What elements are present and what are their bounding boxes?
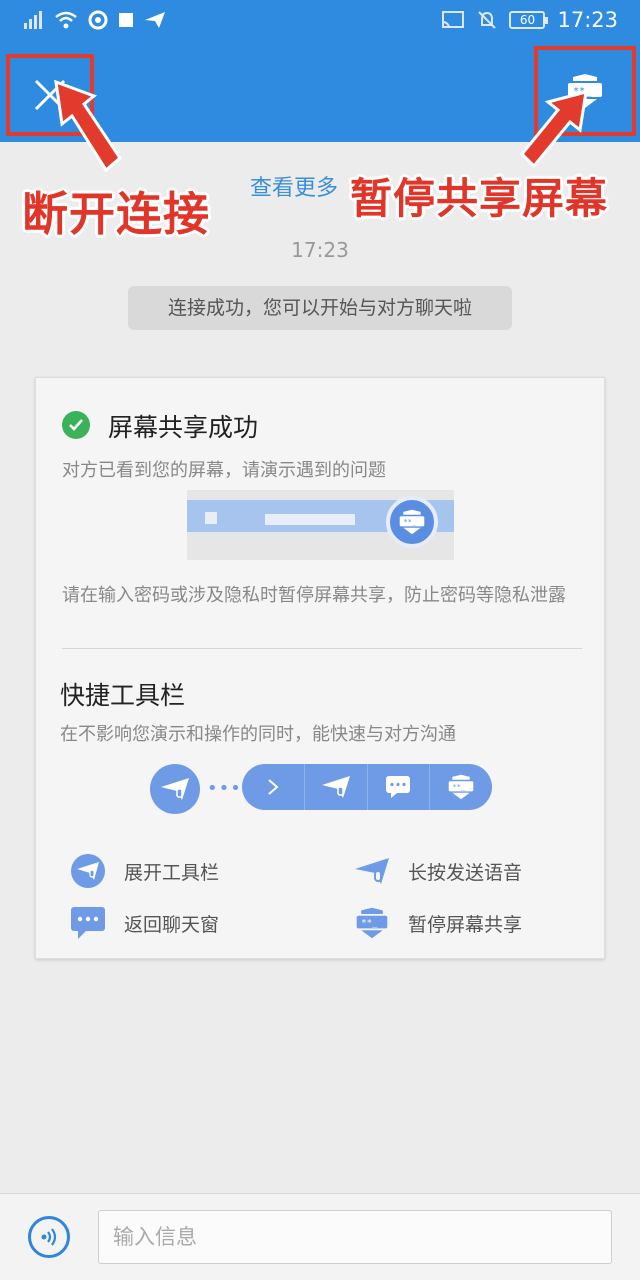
toolbar-dots: ••• <box>207 778 242 799</box>
annotation-disconnect: 断开连接 <box>22 187 210 241</box>
legend-label: 展开工具栏 <box>124 861 220 884</box>
mute-bell-icon <box>478 11 497 29</box>
signal-icon <box>24 11 42 29</box>
system-message: 连接成功，您可以开始与对方聊天啦 <box>128 286 512 330</box>
toolbar-title: 快捷工具栏 <box>60 681 186 710</box>
message-input[interactable] <box>98 1210 612 1264</box>
screen-share-card: 屏幕共享成功 对方已看到您的屏幕，请演示遇到的问题 **_ 请在输入密码或涉及隐… <box>35 377 605 959</box>
annotation-arrow-left <box>54 80 122 173</box>
voice-plane-icon <box>354 853 390 889</box>
legend-label: 暂停屏幕共享 <box>408 913 523 936</box>
legend-expand-toolbar: 展开工具栏 <box>70 853 219 889</box>
status-time: 17:23 <box>557 8 618 32</box>
voice-icon <box>41 1228 57 1246</box>
privacy-shield-icon: **_ <box>354 905 390 941</box>
expand-toolbar-icon <box>70 853 106 889</box>
svg-text:**_: **_ <box>452 782 466 791</box>
wifi-icon <box>55 11 77 29</box>
privacy-note: 请在输入密码或涉及隐私时暂停屏幕共享，防止密码等隐私泄露 <box>62 585 566 606</box>
check-icon <box>62 411 90 439</box>
status-bar: 60 17:23 <box>0 0 640 42</box>
battery-indicator: 60 <box>509 11 549 29</box>
legend-voice: 长按发送语音 <box>354 853 522 889</box>
chevron-right-icon <box>242 764 304 810</box>
illustration-shield-icon: **_ <box>386 496 438 548</box>
send-icon <box>145 12 165 28</box>
legend-label: 长按发送语音 <box>408 861 523 884</box>
voice-plane-icon <box>303 764 367 810</box>
status-icons-left <box>24 10 166 30</box>
legend-pause-share: **_ 暂停屏幕共享 <box>354 905 522 941</box>
chat-bubble-icon <box>70 905 106 941</box>
annotation-arrow-right <box>520 90 588 169</box>
svg-text:**_: **_ <box>403 517 417 526</box>
card-subtitle: 对方已看到您的屏幕，请演示遇到的问题 <box>62 460 386 481</box>
lifebuoy-icon <box>88 10 108 30</box>
input-bar <box>0 1193 640 1280</box>
stop-icon <box>119 13 133 27</box>
toolbar-subtitle: 在不影响您演示和操作的同时，能快速与对方沟通 <box>60 724 456 745</box>
chat-bubble-icon <box>366 764 430 810</box>
toolbar-expanded: **_ <box>242 764 492 810</box>
toolbar-collapsed-icon <box>150 764 200 814</box>
voice-button[interactable] <box>28 1216 70 1258</box>
card-title: 屏幕共享成功 <box>108 413 259 442</box>
divider <box>62 648 582 649</box>
status-icons-right: 60 17:23 <box>441 8 618 32</box>
view-more-link[interactable]: 查看更多 <box>250 170 338 202</box>
legend-label: 返回聊天窗 <box>124 913 220 936</box>
svg-text:**_: **_ <box>361 919 378 929</box>
privacy-shield-icon: **_ <box>429 764 492 810</box>
legend-back-to-chat: 返回聊天窗 <box>70 905 219 941</box>
cast-icon <box>442 11 465 29</box>
annotation-pause-share: 暂停共享屏幕 <box>350 174 609 223</box>
